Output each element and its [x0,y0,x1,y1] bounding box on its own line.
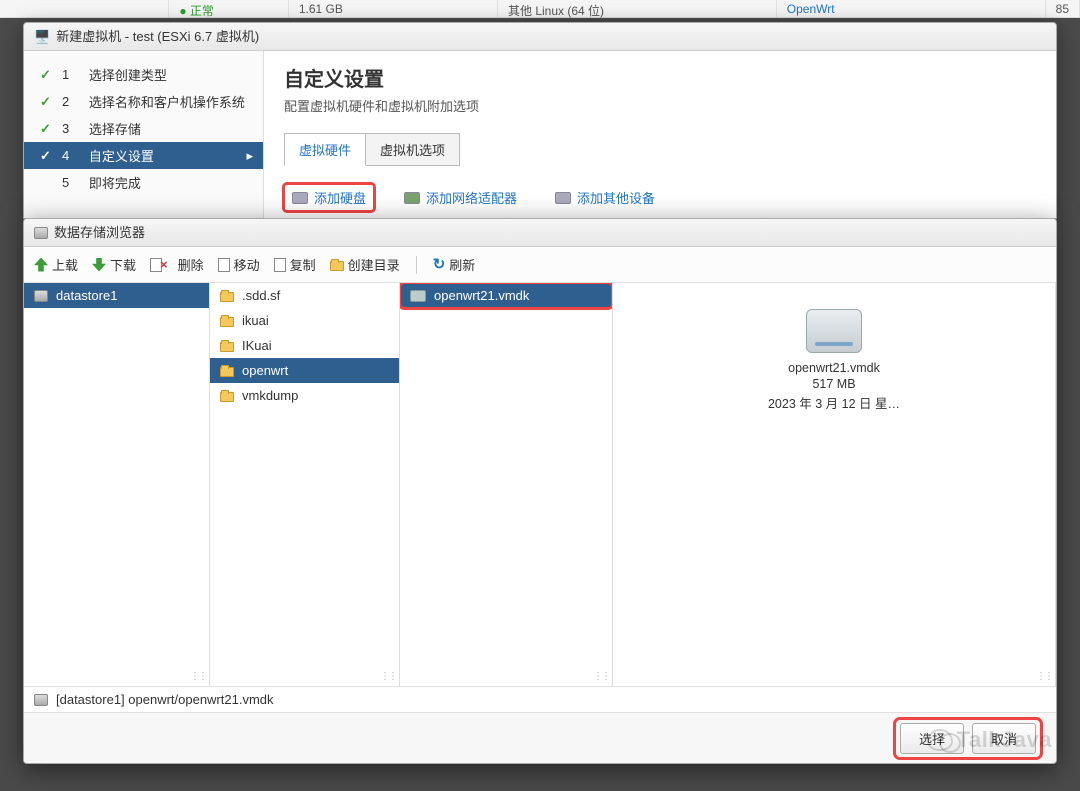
folder-icon [220,317,234,327]
move-button[interactable]: 移动 [218,255,260,274]
browser-footer: 选择 取消 [24,713,1056,763]
refresh-icon: ↻ [433,258,446,272]
copy-button[interactable]: 复制 [274,255,316,274]
bg-status: ● 正常 [169,0,289,17]
bg-size: 1.61 GB [289,0,498,17]
download-button[interactable]: 下载 [92,255,136,274]
background-row: ● 正常 1.61 GB 其他 Linux (64 位) OpenWrt 85 [0,0,1080,18]
add-disk-action[interactable]: 添加硬盘 [284,184,374,211]
section-title: 自定义设置 [284,63,1036,92]
folder-sddsf[interactable]: .sdd.sf [210,283,399,308]
refresh-button[interactable]: ↻刷新 [433,255,476,274]
col-folders[interactable]: .sdd.sf ikuai IKuai openwrt vmkdump [210,283,400,686]
footer-buttons-highlight: 选择 取消 [896,720,1040,757]
step-5[interactable]: ✓5 即将完成 [24,169,263,196]
tab-vm-options[interactable]: 虚拟机选项 [366,133,460,166]
vm-icon: 🖥️ [34,23,50,51]
folder-icon [220,342,234,352]
col-datastores[interactable]: datastore1 [24,283,210,686]
add-other-action[interactable]: 添加其他设备 [547,184,663,211]
upload-button[interactable]: 上载 [34,255,78,274]
new-vm-wizard: 🖥️ 新建虚拟机 - test (ESXi 6.7 虚拟机) ✓1 选择创建类型… [23,22,1057,219]
step-4[interactable]: ✓4 自定义设置▸ [24,142,263,169]
folder-ikuai[interactable]: ikuai [210,308,399,333]
step-1[interactable]: ✓1 选择创建类型 [24,61,263,88]
move-icon [218,258,230,272]
folder-IKuai[interactable]: IKuai [210,333,399,358]
preview-date: 2023 年 3 月 12 日 星… [623,393,1045,412]
bg-os: 其他 Linux (64 位) [498,0,777,17]
datastore-icon [34,694,48,706]
datastore-browser: 数据存储浏览器 上载 下载 ×删除 移动 复制 创建目录 ↻刷新 datasto… [23,218,1057,764]
preview-name: openwrt21.vmdk [623,361,1045,375]
step-3[interactable]: ✓3 选择存储 [24,115,263,142]
disk-icon [292,192,308,204]
folder-openwrt[interactable]: openwrt [210,358,399,383]
datastore1-item[interactable]: datastore1 [24,283,209,308]
folder-icon [220,392,234,402]
col-files[interactable]: openwrt21.vmdk [400,283,613,686]
section-subtitle: 配置虚拟机硬件和虚拟机附加选项 [284,96,1036,115]
wizard-title: 🖥️ 新建虚拟机 - test (ESXi 6.7 虚拟机) [24,23,1056,51]
upload-icon [34,258,48,272]
nic-icon [404,192,420,204]
vmdk-icon [410,290,426,302]
download-icon [92,258,106,272]
preview-size: 517 MB [623,377,1045,391]
cancel-button[interactable]: 取消 [972,723,1036,754]
browser-title: 数据存储浏览器 [24,219,1056,247]
toolbar-sep [416,256,417,274]
select-button[interactable]: 选择 [900,723,964,754]
folder-icon [220,292,234,302]
wizard-content: 自定义设置 配置虚拟机硬件和虚拟机附加选项 虚拟硬件 虚拟机选项 添加硬盘 添加… [264,51,1056,218]
file-openwrt21-vmdk[interactable]: openwrt21.vmdk [400,283,612,308]
tab-hardware[interactable]: 虚拟硬件 [284,133,366,166]
bg-tail: 85 [1046,0,1080,17]
datastore-icon [34,290,48,302]
add-nic-action[interactable]: 添加网络适配器 [396,184,525,211]
wizard-steps: ✓1 选择创建类型 ✓2 选择名称和客户机操作系统 ✓3 选择存储 ✓4 自定义… [24,51,264,218]
device-icon [555,192,571,204]
browser-toolbar: 上载 下载 ×删除 移动 复制 创建目录 ↻刷新 [24,247,1056,283]
copy-icon [274,258,286,272]
folder-vmkdump[interactable]: vmkdump [210,383,399,408]
disk-preview-icon [806,309,862,353]
delete-button[interactable]: ×删除 [150,255,204,274]
folder-icon [220,367,234,377]
datastore-icon [34,227,48,239]
step-2[interactable]: ✓2 选择名称和客户机操作系统 [24,88,263,115]
bg-guest: OpenWrt [777,0,1046,17]
path-bar: [datastore1] openwrt/openwrt21.vmdk [24,687,1056,713]
folder-icon [330,261,344,271]
mkdir-button[interactable]: 创建目录 [330,255,400,274]
col-preview: openwrt21.vmdk 517 MB 2023 年 3 月 12 日 星… [613,283,1056,686]
